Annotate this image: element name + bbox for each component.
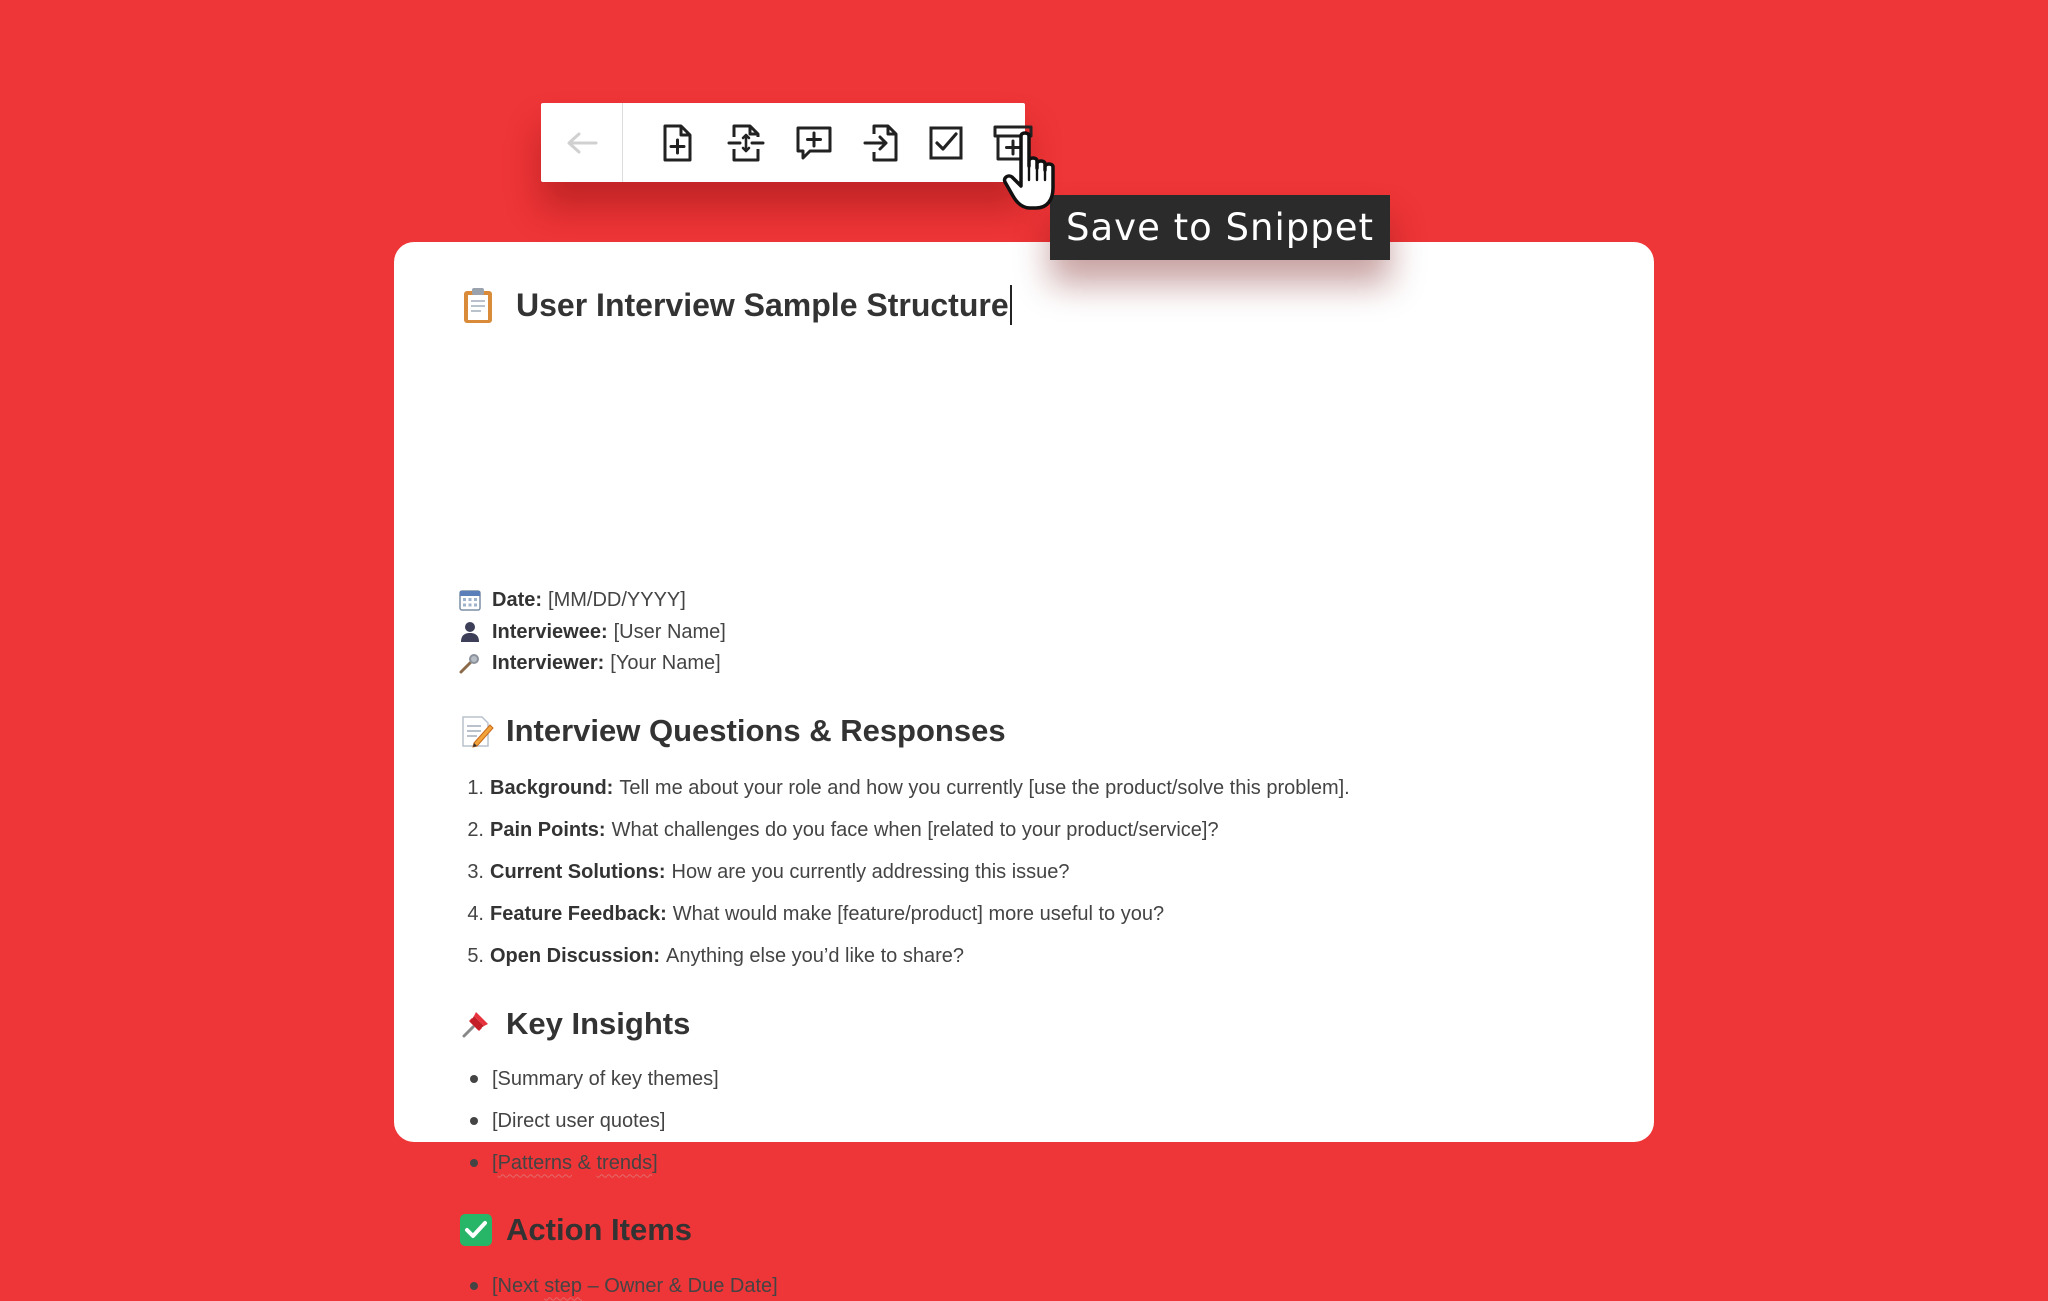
question-item-3: 3. Current Solutions: How are you curren… [458,857,1070,887]
meta-interviewee-label: Interviewee: [492,620,608,643]
insight-item-3: [Patterns & trends] [458,1148,658,1178]
pushpin-icon [462,1012,488,1038]
spellcheck-word: Patterns [497,1151,573,1174]
section-title-insights: Key Insights [506,1006,691,1041]
question-label: Feature Feedback: [490,902,667,925]
insert-file-icon [863,124,898,162]
meta-interviewee-value: [User Name] [613,620,726,643]
floating-toolbar [541,103,1033,182]
check-mark-button-icon [460,1214,492,1246]
insight-text: [Patterns & trends] [492,1152,658,1175]
insight-text: [Direct user quotes] [492,1109,666,1132]
hand-pointer-icon [1002,131,1055,210]
question-number: 4. [467,902,484,925]
section-heading-questions: Interview Questions & Responses [458,709,1006,753]
new-file-icon [663,124,692,162]
meta-date-value: [MM/DD/YYYY] [548,588,686,611]
meta-interviewer: Interviewer: [Your Name] [458,648,721,678]
question-item-5: 5. Open Discussion: Anything else you’d … [458,941,964,971]
question-item-1: 1. Background: Tell me about your role a… [458,773,1350,803]
clipboard-icon [464,288,492,323]
memo-icon [462,716,494,748]
back-button[interactable] [541,103,623,182]
bracket-close: ] [652,1151,658,1174]
meta-interviewee: Interviewee: [User Name] [458,617,726,647]
question-text: What challenges do you face when [relate… [611,818,1219,841]
add-comment-button[interactable] [792,121,836,165]
checkbox-button[interactable] [924,121,968,165]
insight-text: [Summary of key themes] [492,1067,719,1090]
action-item-1: [Next step – Owner & Due Date] [458,1271,778,1301]
ampersand: & [572,1151,597,1174]
spellcheck-word: step [544,1274,583,1297]
new-file-button[interactable] [655,121,699,165]
action-text: [Next step – Owner & Due Date] [492,1275,778,1298]
replace-file-button[interactable] [724,121,768,165]
insert-file-button[interactable] [860,121,904,165]
section-title-questions: Interview Questions & Responses [506,713,1006,748]
back-arrow-icon [567,132,597,153]
bullet [470,1282,478,1290]
checkbox-icon [929,126,963,160]
question-label: Open Discussion: [490,944,661,967]
bullet [470,1075,478,1083]
document-title-row: User Interview Sample Structure [458,282,1012,328]
question-text: Tell me about your role and how you curr… [619,776,1350,799]
meta-date-label: Date: [492,588,543,611]
bullet [470,1117,478,1125]
question-number: 5. [467,944,484,967]
question-item-2: 2. Pain Points: What challenges do you f… [458,815,1219,845]
action-text-post: – Owner & Due Date] [582,1274,778,1297]
meta-interviewer-label: Interviewer: [492,651,605,674]
spellcheck-word: trends [596,1151,653,1174]
question-text: Anything else you’d like to share? [666,944,964,967]
action-text-pre: [Next [492,1274,545,1297]
document-title[interactable]: User Interview Sample Structure [516,287,1009,324]
save-to-snippet-tooltip: Save to Snippet [1050,195,1390,260]
calendar-icon [459,590,481,611]
question-number: 2. [467,818,484,841]
section-heading-insights: Key Insights [458,1002,690,1046]
insight-item-2: [Direct user quotes] [458,1106,665,1136]
question-item-4: 4. Feature Feedback: What would make [fe… [458,899,1164,929]
question-number: 3. [467,860,484,883]
section-heading-actions: Action Items [458,1208,692,1252]
microphone-icon [459,654,479,674]
section-title-actions: Action Items [506,1212,693,1247]
bullet [470,1159,478,1167]
person-icon [461,622,479,642]
question-text: How are you currently addressing this is… [671,860,1070,883]
meta-interviewer-value: [Your Name] [610,651,721,674]
insight-item-1: [Summary of key themes] [458,1064,719,1094]
text-caret [1009,285,1012,325]
add-comment-icon [796,126,832,160]
replace-file-icon [727,124,765,162]
document-card: User Interview Sample Structure Date: [M… [394,242,1654,1297]
question-label: Pain Points: [490,818,606,841]
meta-date: Date: [MM/DD/YYYY] [458,585,686,615]
question-label: Background: [490,776,614,799]
question-number: 1. [467,776,484,799]
question-text: What would make [feature/product] more u… [672,902,1165,925]
question-label: Current Solutions: [490,860,666,883]
